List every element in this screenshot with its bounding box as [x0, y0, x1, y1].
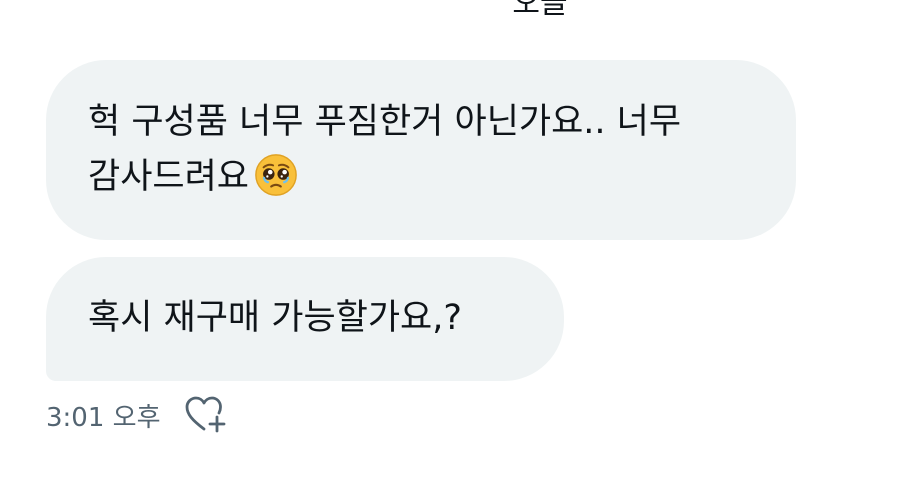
message-text-line: 혹시 재구매 가능할가요,?	[88, 298, 462, 338]
date-divider-label: 오늘	[512, 0, 568, 21]
pleading-face-icon	[255, 154, 297, 196]
message-bubble[interactable]: 헉 구성품 너무 푸짐한거 아닌가요.. 너무 감사드려요	[46, 60, 796, 240]
message-text-line: 감사드려요	[88, 150, 756, 205]
message-text-line: 헉 구성품 너무 푸짐한거 아닌가요.. 너무	[88, 102, 682, 142]
message-timestamp: 3:01 오후	[46, 402, 161, 433]
heart-plus-icon	[185, 396, 225, 433]
message-text-segment: 감사드려요	[88, 157, 250, 197]
message-bubble[interactable]: 혹시 재구매 가능할가요,?	[46, 257, 564, 381]
add-reaction-button[interactable]	[183, 393, 229, 437]
message-meta: 3:01 오후	[46, 393, 229, 437]
